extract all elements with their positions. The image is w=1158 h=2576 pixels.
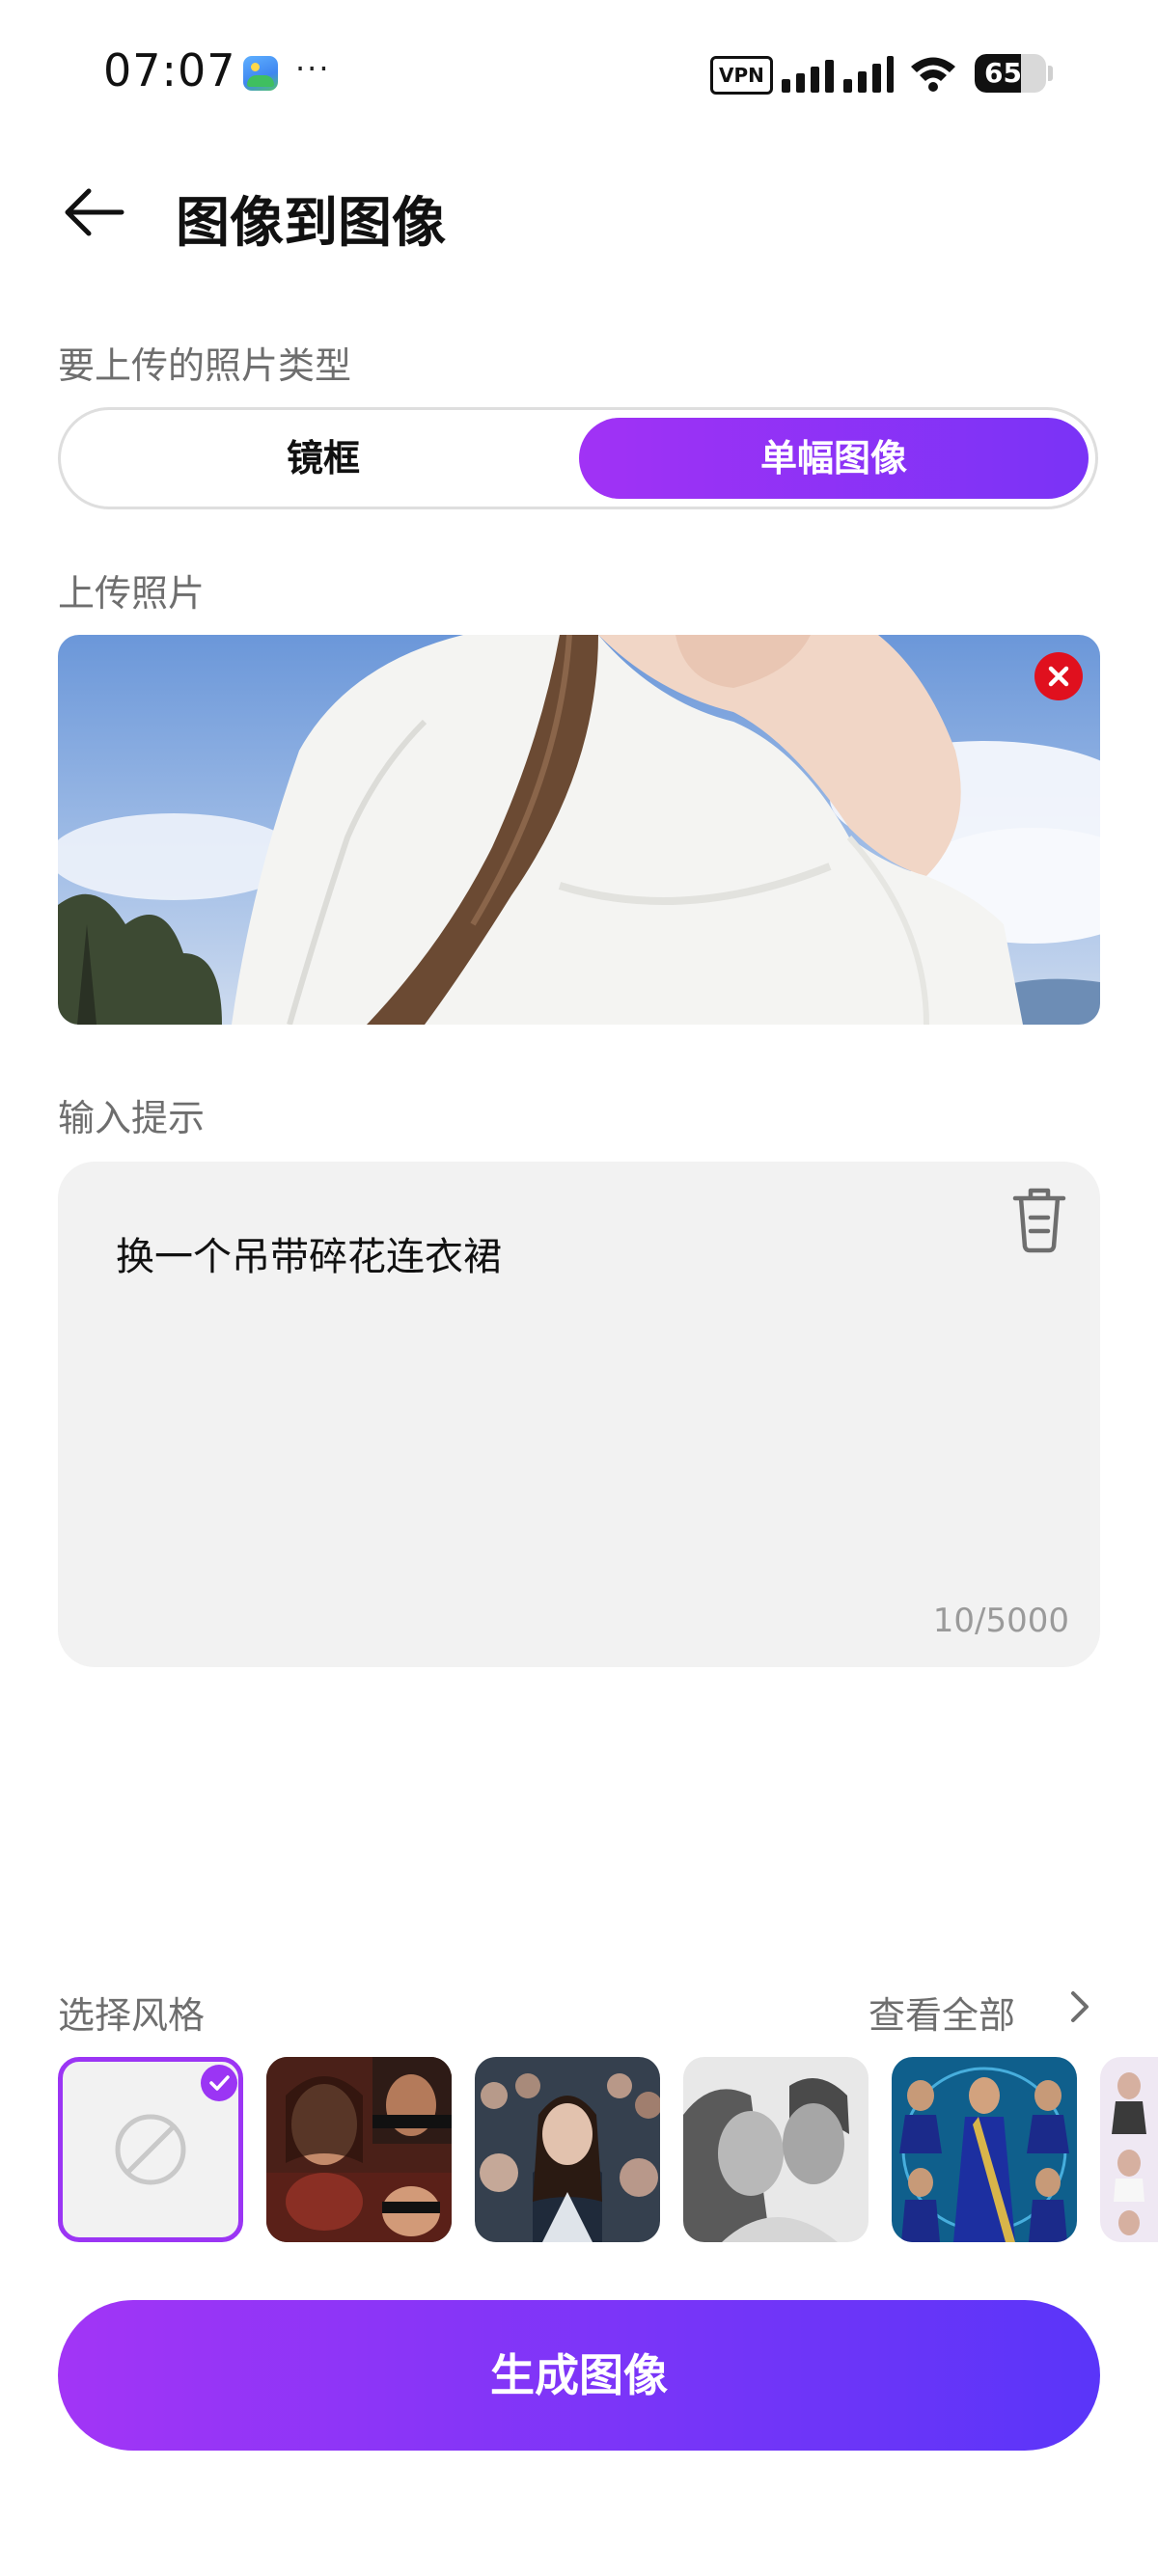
more-notifications-icon: ··· [295,50,331,87]
wifi-icon [911,57,955,92]
styles-label: 选择风格 [58,1994,206,2037]
page-title: 图像到图像 [176,192,446,255]
signal-icon [778,54,894,93]
close-icon [1048,666,1069,687]
prompt-text[interactable]: 换一个吊带碎花连衣裙 [116,1225,502,1281]
gallery-icon [243,56,278,91]
chevron-right-icon[interactable] [1065,1987,1094,2026]
battery-tip [1048,66,1053,81]
arrow-left-icon[interactable] [60,185,127,239]
style-thumb-fashion[interactable] [1100,2057,1158,2242]
trash-icon[interactable] [1007,1183,1071,1254]
uploaded-photo [58,635,1100,1025]
prompt-label: 输入提示 [58,1097,206,1139]
character-counter: 10/5000 [932,1602,1069,1640]
option-single-image[interactable]: 单幅图像 [579,418,1089,499]
upload-photo-label: 上传照片 [58,572,206,615]
battery-icon: 65 [975,54,1046,93]
remove-photo-button[interactable] [1034,652,1083,700]
status-time: 07:07 [103,44,236,96]
style-thumb-crowd[interactable] [475,2057,660,2242]
option-frame[interactable]: 镜框 [58,407,589,509]
style-thumb-collage[interactable] [266,2057,452,2242]
selected-check-icon [201,2065,237,2101]
vpn-badge: VPN [710,56,773,95]
view-all-link[interactable]: 查看全部 [868,1986,1015,2039]
upload-type-label: 要上传的照片类型 [58,344,352,387]
style-thumb-couple[interactable] [683,2057,868,2242]
battery-level: 65 [984,57,1022,89]
style-thumb-saree[interactable] [892,2057,1077,2242]
generate-image-button[interactable]: 生成图像 [58,2300,1100,2451]
